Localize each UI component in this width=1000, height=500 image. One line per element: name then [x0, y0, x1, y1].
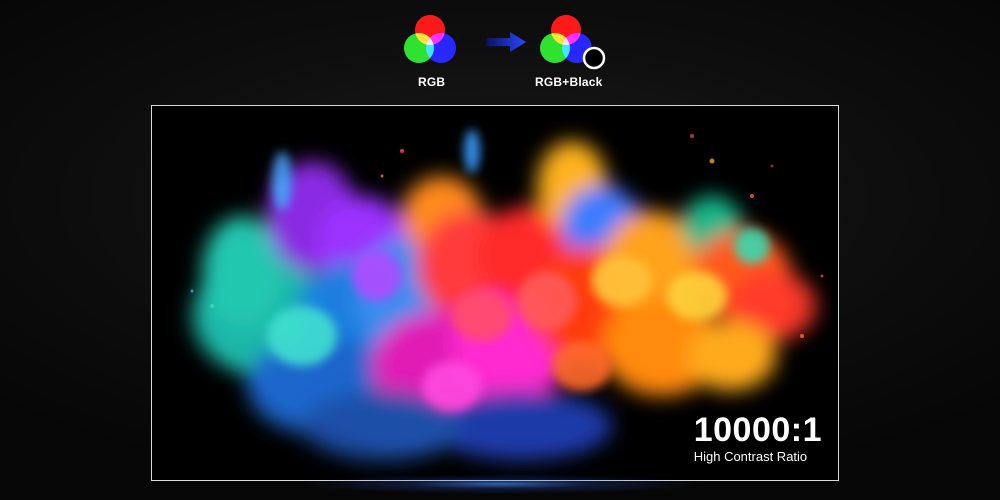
floor-glow [300, 474, 700, 494]
rgb-venn-icon [400, 13, 460, 69]
contrast-ratio-value: 10000:1 [693, 411, 822, 449]
rgb-black-label: RGB+Black [535, 75, 603, 89]
contrast-ratio-callout: 10000:1 High Contrast Ratio [694, 413, 822, 464]
color-diagram: RGB RGB+Black [0, 0, 1000, 100]
rgb-black-venn-icon [536, 13, 606, 70]
contrast-ratio-caption: High Contrast Ratio [693, 449, 808, 464]
display-panel: 10000:1 High Contrast Ratio [151, 105, 839, 481]
rgb-label: RGB [418, 75, 446, 89]
right-arrow-icon [484, 30, 528, 54]
